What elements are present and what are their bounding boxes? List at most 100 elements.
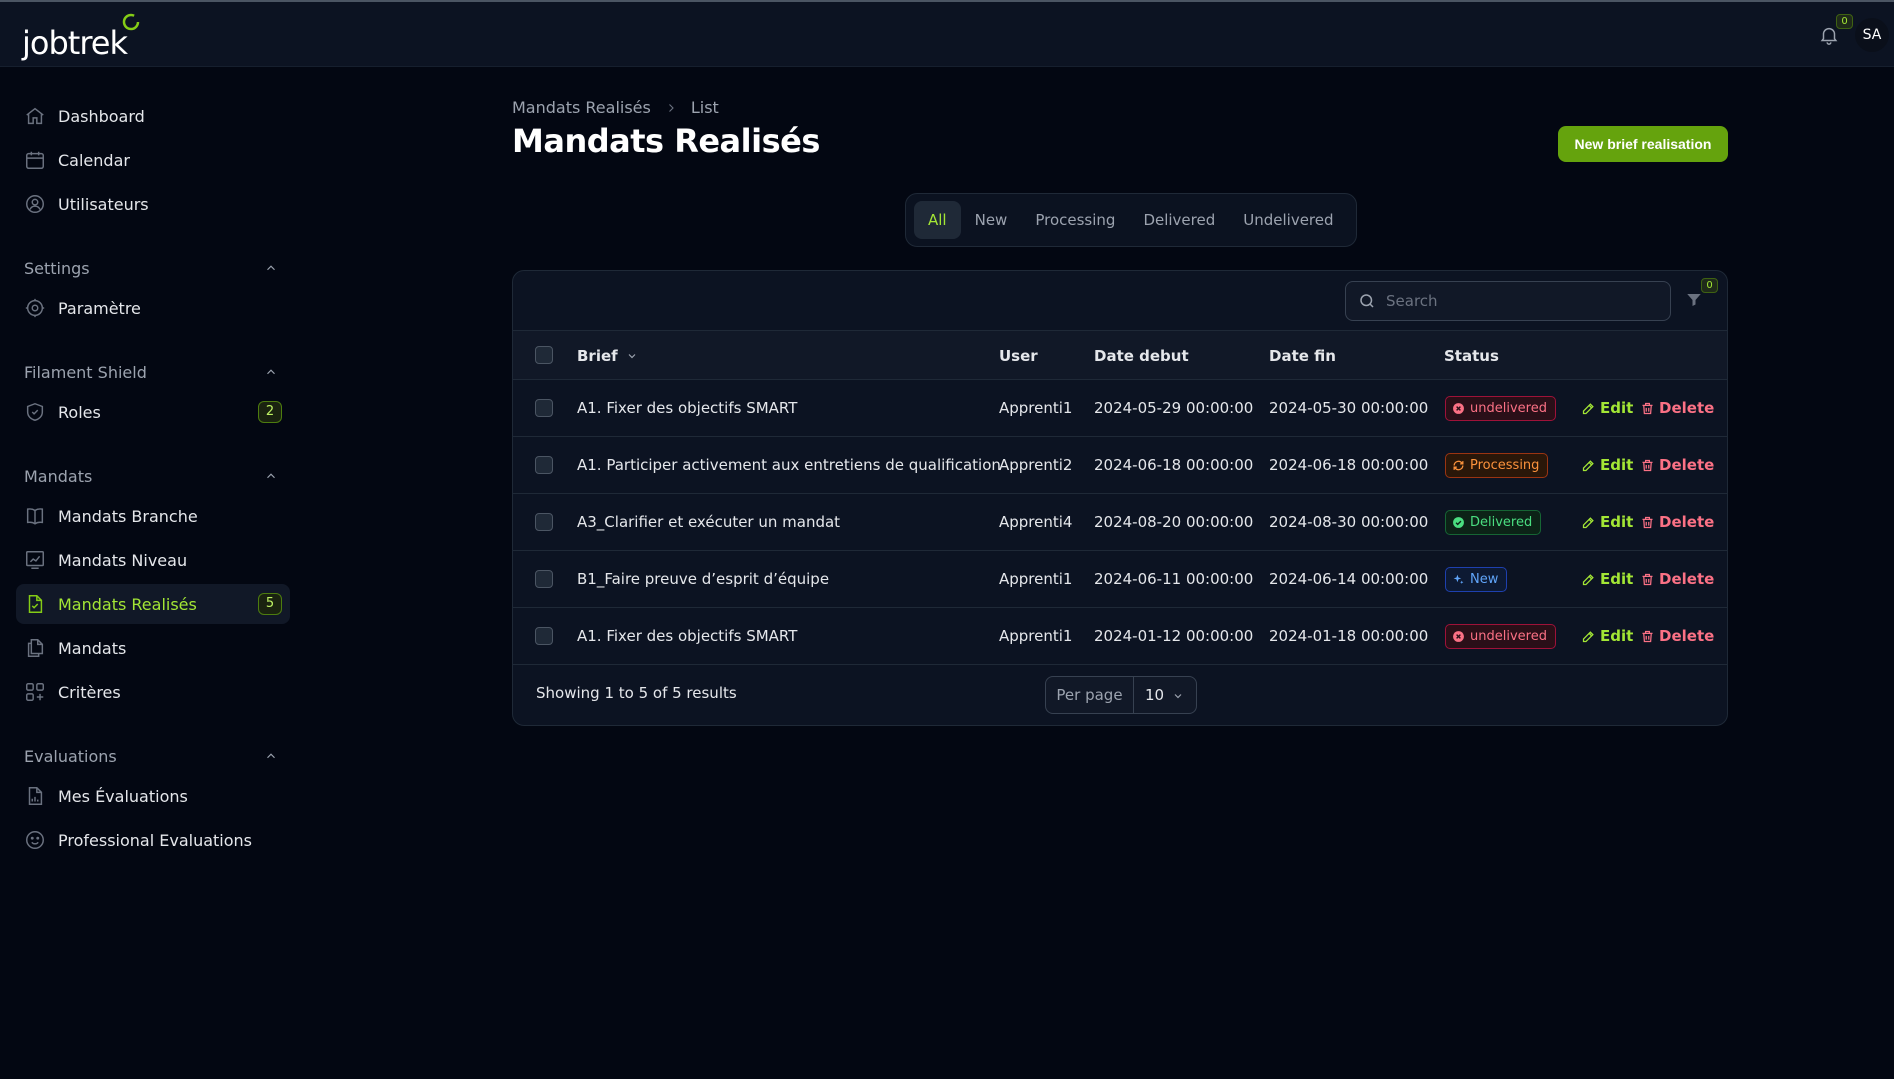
column-date-fin: Date fin <box>1269 347 1336 365</box>
cell-date-debut: 2024-06-11 00:00:00 <box>1094 570 1254 588</box>
cell-user: Apprenti1 <box>999 627 1073 645</box>
cell-date-fin: 2024-05-30 00:00:00 <box>1269 399 1429 417</box>
sidebar-group-settings[interactable]: Settings <box>16 248 290 288</box>
sidebar-item-mandats-niveau[interactable]: Mandats Niveau <box>16 540 290 580</box>
status-badge: Processing <box>1445 453 1549 478</box>
cell-date-fin: 2024-01-18 00:00:00 <box>1269 627 1429 645</box>
cell-date-fin: 2024-06-14 00:00:00 <box>1269 570 1429 588</box>
edit-label: Edit <box>1600 627 1634 645</box>
sidebar-item-criteres[interactable]: Critères <box>16 672 290 712</box>
delete-button[interactable]: Delete <box>1640 456 1714 474</box>
sidebar-item-mandats-realises[interactable]: Mandats Realisés 5 <box>16 584 290 624</box>
sidebar-group-evaluations[interactable]: Evaluations <box>16 736 290 776</box>
cell-brief[interactable]: B1_Faire preuve d’esprit d’équipe <box>577 570 829 588</box>
select-all-checkbox[interactable] <box>535 346 553 364</box>
edit-button[interactable]: Edit <box>1581 513 1633 531</box>
user-avatar[interactable]: SA <box>1855 18 1889 52</box>
row-checkbox[interactable] <box>535 456 553 474</box>
book-icon <box>26 508 44 525</box>
sidebar-item-label: Mandats Branche <box>58 506 198 526</box>
cell-brief[interactable]: A1. Fixer des objectifs SMART <box>577 399 797 417</box>
tab-undelivered[interactable]: Undelivered <box>1229 201 1347 239</box>
sidebar-item-professional-evaluations[interactable]: Professional Evaluations <box>16 820 290 860</box>
sidebar-item-label: Professional Evaluations <box>58 830 252 850</box>
cell-brief[interactable]: A1. Participer activement aux entretiens… <box>577 456 1001 474</box>
delete-button[interactable]: Delete <box>1640 570 1714 588</box>
row-checkbox[interactable] <box>535 627 553 645</box>
trash-icon <box>1642 402 1653 414</box>
records-table: 0 Brief User Date debut Date fin Status … <box>512 270 1728 726</box>
check-circle-icon <box>1453 517 1464 528</box>
pencil-square-icon <box>1582 459 1594 471</box>
sidebar-item-label: Paramètre <box>58 298 141 318</box>
status-badge: Delivered <box>1445 510 1542 535</box>
sidebar-item-label: Mandats Niveau <box>58 550 188 570</box>
pencil-square-icon <box>1582 516 1594 528</box>
logo-ring-icon <box>122 13 140 31</box>
jobtrek-logo[interactable]: jobtrek <box>22 12 142 62</box>
cell-brief[interactable]: A3_Clarifier et exécuter un mandat <box>577 513 840 531</box>
trash-icon <box>1642 516 1653 528</box>
delete-button[interactable]: Delete <box>1640 513 1714 531</box>
results-summary: Showing 1 to 5 of 5 results <box>536 684 737 702</box>
edit-button[interactable]: Edit <box>1581 456 1633 474</box>
delete-button[interactable]: Delete <box>1640 399 1714 417</box>
count-badge: 2 <box>258 401 282 423</box>
column-brief[interactable]: Brief <box>577 347 638 365</box>
count-badge: 5 <box>258 593 282 615</box>
row-checkbox[interactable] <box>535 513 553 531</box>
home-icon <box>26 107 44 125</box>
search-input[interactable] <box>1386 282 1656 320</box>
chevron-up-icon <box>267 369 275 375</box>
filter-icon[interactable] <box>1685 291 1703 309</box>
sidebar-item-parametre[interactable]: Paramètre <box>16 288 290 328</box>
status-text: Processing <box>1470 458 1540 473</box>
delete-label: Delete <box>1659 513 1715 531</box>
column-status: Status <box>1444 347 1499 365</box>
sidebar-item-calendar[interactable]: Calendar <box>16 140 290 180</box>
delete-button[interactable]: Delete <box>1640 627 1714 645</box>
column-date-debut: Date debut <box>1094 347 1189 365</box>
sidebar-item-mandats-branche[interactable]: Mandats Branche <box>16 496 290 536</box>
tab-delivered[interactable]: Delivered <box>1129 201 1229 239</box>
table-row: A3_Clarifier et exécuter un mandat Appre… <box>513 494 1727 551</box>
filter-count-badge: 0 <box>1701 278 1718 293</box>
cell-brief[interactable]: A1. Fixer des objectifs SMART <box>577 627 797 645</box>
sidebar-item-label: Mandats Realisés <box>58 594 197 614</box>
edit-label: Edit <box>1600 399 1634 417</box>
chart-icon <box>26 551 44 569</box>
status-badge: New <box>1445 567 1508 592</box>
sidebar-item-roles[interactable]: Roles 2 <box>16 392 290 432</box>
sidebar-group-mandats[interactable]: Mandats <box>16 456 290 496</box>
refresh-icon <box>1453 460 1464 471</box>
table-row: B1_Faire preuve d’esprit d’équipe Appren… <box>513 551 1727 608</box>
edit-button[interactable]: Edit <box>1581 570 1633 588</box>
sidebar-item-dashboard[interactable]: Dashboard <box>16 96 290 136</box>
per-page-select[interactable]: Per page 10 <box>1045 676 1197 714</box>
new-brief-realisation-button[interactable]: New brief realisation <box>1558 126 1728 162</box>
breadcrumb-parent[interactable]: Mandats Realisés <box>512 98 651 117</box>
edit-button[interactable]: Edit <box>1581 399 1633 417</box>
row-checkbox[interactable] <box>535 399 553 417</box>
status-badge: undelivered <box>1445 624 1556 649</box>
sidebar-group-filament-shield[interactable]: Filament Shield <box>16 352 290 392</box>
search-icon <box>1360 294 1374 308</box>
sidebar-item-mes-evaluations[interactable]: Mes Évaluations <box>16 776 290 816</box>
tab-all[interactable]: All <box>914 201 961 239</box>
tab-processing[interactable]: Processing <box>1021 201 1129 239</box>
sidebar-item-utilisateurs[interactable]: Utilisateurs <box>16 184 290 224</box>
tab-new[interactable]: New <box>961 201 1022 239</box>
row-checkbox[interactable] <box>535 570 553 588</box>
cog-icon <box>25 298 45 318</box>
per-page-value[interactable]: 10 <box>1134 677 1196 713</box>
sidebar-item-label: Mes Évaluations <box>58 786 188 806</box>
status-text: New <box>1470 572 1499 587</box>
edit-button[interactable]: Edit <box>1581 627 1633 645</box>
sidebar-item-label: Roles <box>58 402 101 422</box>
trash-icon <box>1642 573 1653 585</box>
document-check-icon <box>28 595 43 613</box>
sidebar-item-label: Dashboard <box>58 106 145 126</box>
sparkles-icon <box>1453 574 1464 584</box>
sidebar-item-mandats[interactable]: Mandats <box>16 628 290 668</box>
delete-label: Delete <box>1659 399 1715 417</box>
